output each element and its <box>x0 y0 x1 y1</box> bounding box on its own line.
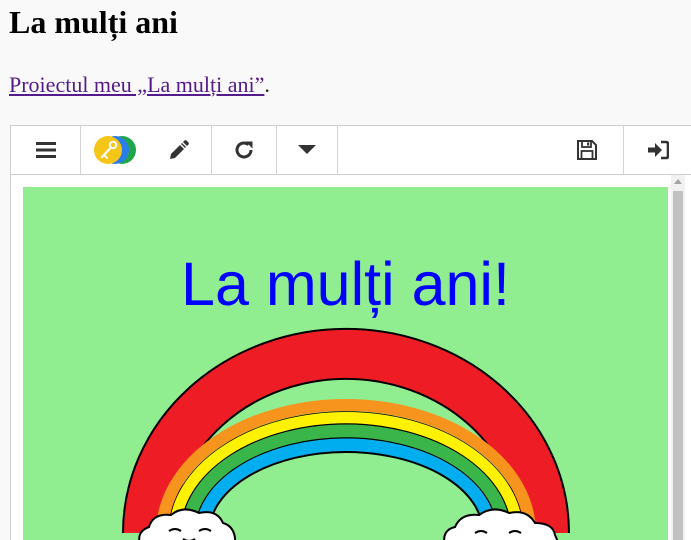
pencil-icon <box>170 140 189 159</box>
key-toggle-icon <box>94 136 136 164</box>
intro-suffix: . <box>264 72 270 97</box>
vertical-scrollbar[interactable] <box>671 175 685 540</box>
caret-down-icon <box>298 145 316 154</box>
save-icon <box>577 140 597 160</box>
project-stage: La mulți ani! <box>11 175 691 540</box>
page-title: La mulți ani <box>9 4 178 40</box>
toolbar-separator <box>337 126 338 174</box>
reload-icon <box>235 141 253 159</box>
save-button[interactable] <box>551 126 623 174</box>
sign-in-icon <box>648 140 669 160</box>
menu-button[interactable] <box>11 126 80 174</box>
menu-icon <box>35 142 56 158</box>
reload-button[interactable] <box>212 126 276 174</box>
project-canvas[interactable]: La mulți ani! <box>23 187 668 540</box>
sign-in-button[interactable] <box>624 126 691 174</box>
rainbow-image <box>122 327 570 540</box>
scroll-up-arrow-icon[interactable] <box>674 179 682 184</box>
toolbar <box>11 126 691 175</box>
intro-paragraph: Proiectul meu „La mulți ani”. <box>9 72 270 98</box>
dropdown-button[interactable] <box>277 126 337 174</box>
key-toggle-button[interactable] <box>81 126 147 174</box>
edit-button[interactable] <box>147 126 211 174</box>
scrollbar-thumb[interactable] <box>673 191 683 540</box>
project-widget: La mulți ani! <box>10 125 691 540</box>
project-link[interactable]: Proiectul meu „La mulți ani” <box>9 72 264 97</box>
